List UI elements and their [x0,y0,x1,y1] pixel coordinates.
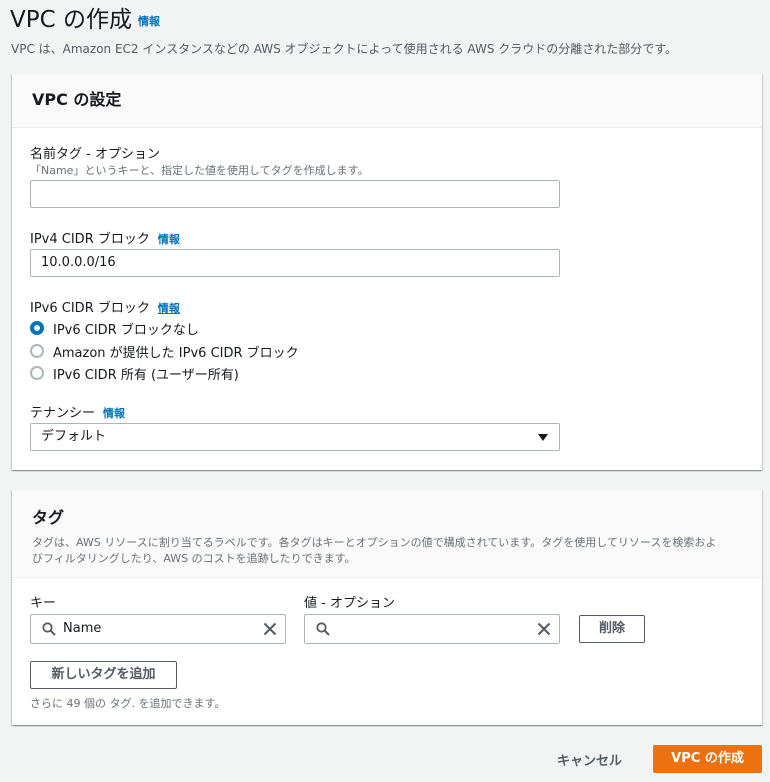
add-tag-button[interactable]: 新しいタグを追加 [30,661,177,689]
ipv6-option-amazon[interactable]: Amazon が提供した IPv6 CIDR ブロック [30,342,299,361]
name-tag-hint: 「Name」というキーと、指定した値を使用してタグを作成します。 [30,164,369,177]
clear-icon[interactable] [263,622,277,636]
tags-remaining: さらに 49 個の タグ. を追加できます。 [30,697,226,710]
radio-unchecked-icon[interactable] [30,344,44,358]
tags-description-2: びフィルタリングしたり、AWS のコストを追跡したりできます。 [32,552,356,565]
caret-down-icon [538,434,548,441]
ipv4-cidr-label: IPv4 CIDR ブロック 情報 [30,228,180,247]
tag-value-label: 値 - オプション [304,596,395,611]
tenancy-info-link[interactable]: 情報 [103,407,125,420]
tenancy-label-text: テナンシー [30,406,96,421]
tag-key-input[interactable]: Name [30,614,286,644]
create-vpc-button[interactable]: VPC の作成 [653,745,762,773]
ipv6-option-none[interactable]: IPv6 CIDR ブロックなし [30,319,199,338]
page-description: VPC は、Amazon EC2 インスタンスなどの AWS オブジェクトによっ… [11,42,678,56]
name-tag-input[interactable] [30,180,560,208]
search-icon [316,622,330,636]
radio-checked-icon[interactable] [30,321,44,335]
ipv6-cidr-label: IPv6 CIDR ブロック 情報 [30,297,180,316]
ipv6-option-none-label: IPv6 CIDR ブロックなし [53,322,199,338]
cancel-button[interactable]: キャンセル [557,750,622,769]
ipv4-cidr-input[interactable]: 10.0.0.0/16 [30,249,560,277]
page-info-link[interactable]: 情報 [138,15,160,28]
page-title-text: VPC の作成 [10,7,132,33]
name-tag-label: 名前タグ - オプション [30,147,160,162]
tags-header: タグ タグは、AWS リソースに割り当てるラベルです。各タグはキーとオプションの… [12,490,762,578]
ipv6-option-byoip-label: IPv6 CIDR 所有 (ユーザー所有) [53,367,239,383]
vpc-settings-title: VPC の設定 [32,90,122,109]
tags-title: タグ [32,508,65,527]
vpc-settings-header: VPC の設定 [12,74,762,128]
ipv4-cidr-label-text: IPv4 CIDR ブロック [30,232,150,247]
tenancy-select-value: デフォルト [41,429,107,444]
ipv4-info-link[interactable]: 情報 [158,233,180,246]
tenancy-select[interactable]: デフォルト [30,423,560,451]
radio-unchecked-icon[interactable] [30,366,44,380]
tags-description-1: タグは、AWS リソースに割り当てるラベルです。各タグはキーとオプションの値で構… [32,536,717,549]
page-title: VPC の作成 情報 [10,0,160,34]
clear-icon[interactable] [537,622,551,636]
remove-tag-button[interactable]: 削除 [579,615,645,643]
tag-key-label: キー [30,596,57,611]
ipv6-cidr-label-text: IPv6 CIDR ブロック [30,301,150,316]
search-icon [42,622,56,636]
tenancy-label: テナンシー 情報 [30,402,125,421]
ipv6-option-amazon-label: Amazon が提供した IPv6 CIDR ブロック [53,345,299,361]
ipv6-info-link[interactable]: 情報 [158,302,180,315]
ipv6-option-byoip[interactable]: IPv6 CIDR 所有 (ユーザー所有) [30,364,239,383]
tag-value-input[interactable] [304,614,560,644]
tag-key-value: Name [63,621,102,636]
